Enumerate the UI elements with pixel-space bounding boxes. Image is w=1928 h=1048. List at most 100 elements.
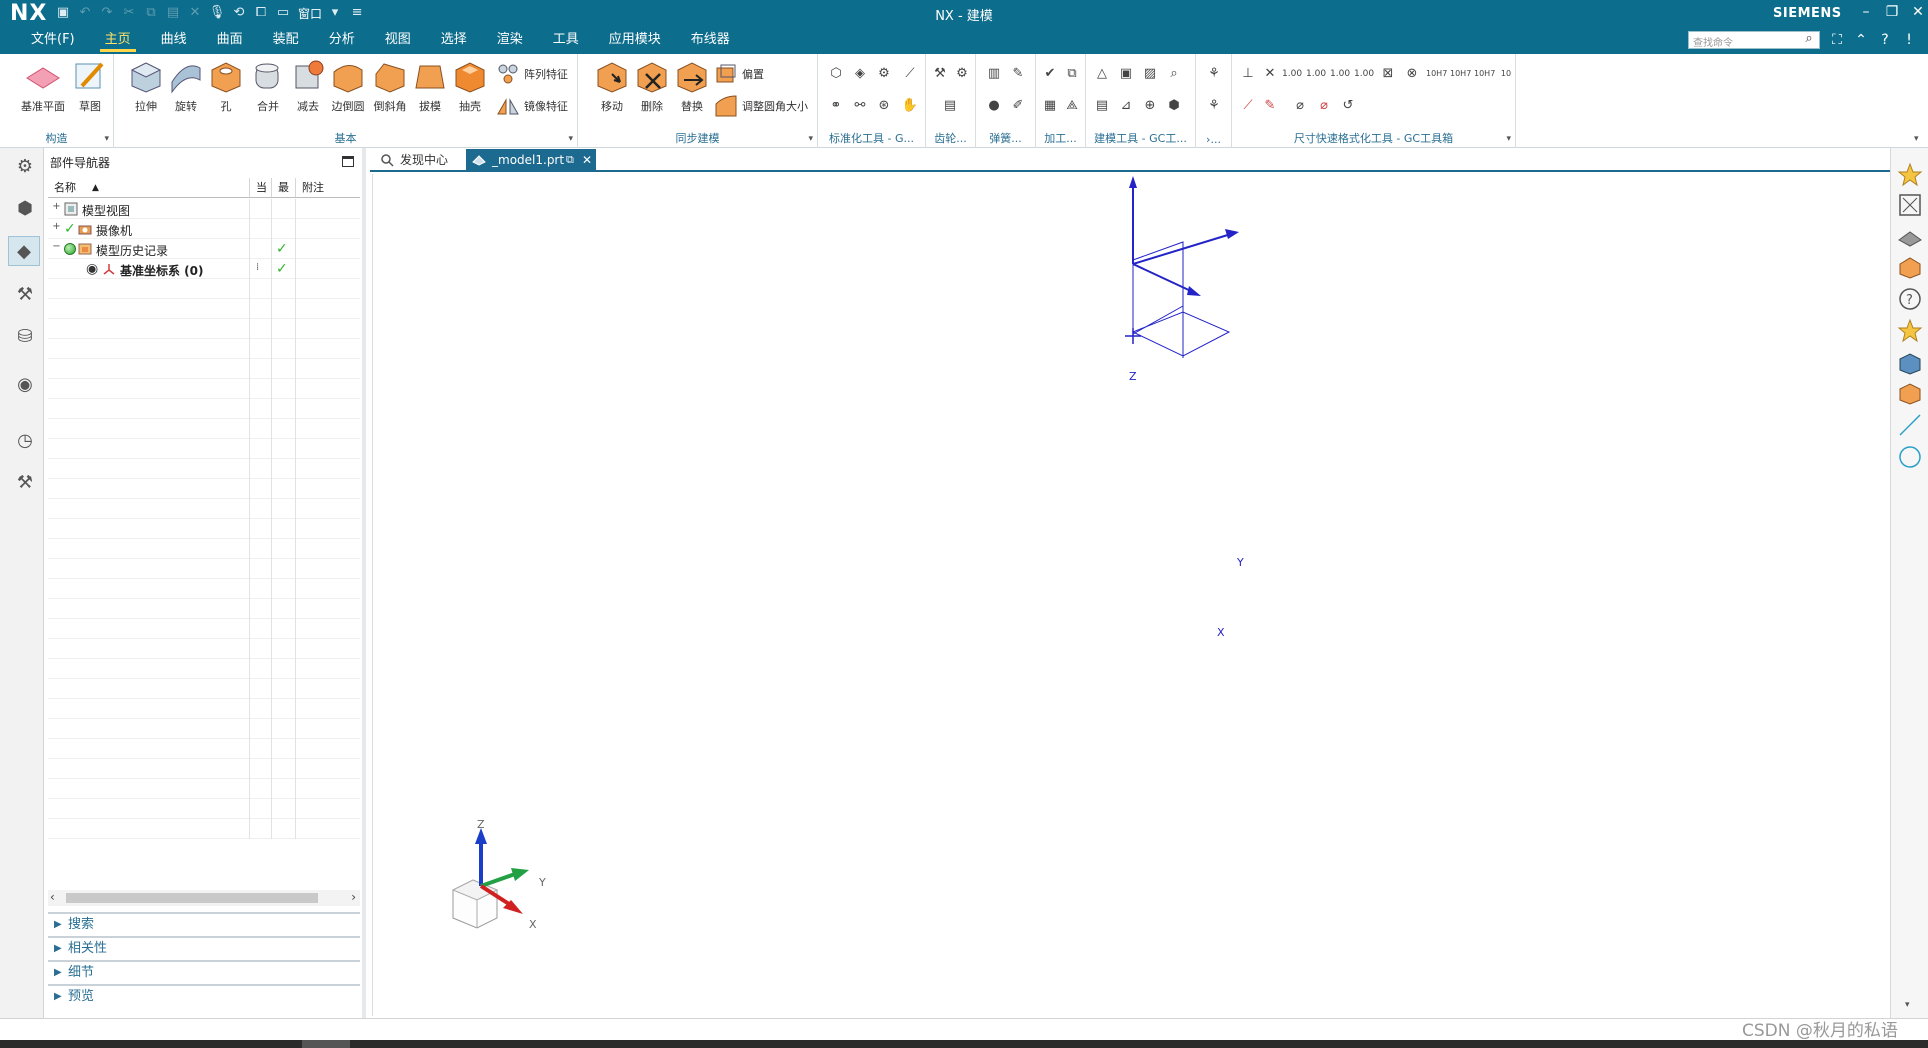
- assembly-navigator-icon[interactable]: ⬢: [10, 194, 40, 224]
- dim-format-4-icon[interactable]: 1.00: [1354, 64, 1374, 84]
- draft-button[interactable]: 拔模: [410, 58, 450, 118]
- search-icon[interactable]: ⌕: [1800, 30, 1818, 48]
- gear-tool2-icon[interactable]: ⚙: [952, 64, 972, 84]
- gear-table-icon[interactable]: ▤: [940, 96, 960, 116]
- section-search[interactable]: ▶ 搜索: [48, 912, 360, 934]
- column-name[interactable]: 名称 ▲: [48, 178, 250, 197]
- info-icon[interactable]: !: [1900, 30, 1918, 50]
- move-face-button[interactable]: 移动: [592, 58, 632, 118]
- scroll-right-icon[interactable]: ›: [351, 890, 356, 904]
- pin-tab-icon[interactable]: ⧉: [566, 149, 574, 171]
- column-note[interactable]: 附注: [296, 178, 360, 197]
- render-style-icon[interactable]: [1897, 380, 1923, 406]
- dim-format-2-icon[interactable]: 1.00: [1306, 64, 1326, 84]
- history-icon[interactable]: ◷: [10, 426, 40, 456]
- menu-assembly[interactable]: 装配: [258, 26, 314, 54]
- sketch-button[interactable]: 草图: [70, 58, 110, 118]
- gc-cube-icon[interactable]: ⬢: [1164, 96, 1184, 116]
- taskbar-active-item[interactable]: [302, 1040, 350, 1048]
- scroll-left-icon[interactable]: ‹: [50, 890, 55, 904]
- minimize-button[interactable]: –: [1858, 2, 1874, 22]
- more-tool2-icon[interactable]: ⚘: [1204, 96, 1224, 116]
- tree-row-model-views[interactable]: + 模型视图: [48, 199, 360, 219]
- dim-fit-2-icon[interactable]: 10H7: [1450, 64, 1471, 84]
- close-tab-icon[interactable]: ✕: [582, 149, 592, 171]
- menu-applications[interactable]: 应用模块: [594, 26, 676, 54]
- dim-fit-4-icon[interactable]: 10: [1496, 64, 1516, 84]
- dim-anchor-icon[interactable]: ⊥: [1238, 64, 1258, 84]
- std-layers-icon[interactable]: ◈: [850, 64, 870, 84]
- datum-csys[interactable]: [1125, 176, 1239, 358]
- more-tool-icon[interactable]: ⚘: [1204, 64, 1224, 84]
- gc-image-icon[interactable]: ▨: [1140, 64, 1160, 84]
- spring-brush-icon[interactable]: ✎: [1008, 64, 1028, 84]
- dim-red-pen-icon[interactable]: ✎: [1260, 96, 1280, 116]
- std-link-icon[interactable]: ⚭: [826, 96, 846, 116]
- help-icon[interactable]: ?: [1876, 30, 1894, 50]
- unite-button[interactable]: 合并: [248, 58, 288, 118]
- hole-button[interactable]: 孔: [206, 58, 246, 118]
- dim-diameter-icon[interactable]: ⌀: [1290, 96, 1310, 116]
- column-latest[interactable]: 最: [272, 178, 296, 197]
- gc-doc-icon[interactable]: ▣: [1116, 64, 1136, 84]
- horizontal-scrollbar[interactable]: ‹ ›: [48, 890, 360, 906]
- expand-toggle[interactable]: +: [52, 202, 61, 212]
- spring-pen-icon[interactable]: ✐: [1008, 96, 1028, 116]
- line-icon[interactable]: [1897, 412, 1923, 438]
- triangle-icon[interactable]: △: [1092, 64, 1112, 84]
- reuse-library-icon[interactable]: ⛁: [10, 322, 40, 352]
- maximize-icon[interactable]: [342, 156, 354, 167]
- visibility-eye-icon[interactable]: ◉: [86, 261, 98, 277]
- dim-diameter-red-icon[interactable]: ⌀: [1314, 96, 1334, 116]
- menu-select[interactable]: 选择: [426, 26, 482, 54]
- gear-tool-icon[interactable]: ⚒: [930, 64, 950, 84]
- part-navigator-icon[interactable]: ◆: [8, 236, 40, 266]
- machining-check-icon[interactable]: ✔: [1040, 64, 1060, 84]
- web-browser-icon[interactable]: ◉: [10, 370, 40, 400]
- collapse-toggle[interactable]: −: [52, 242, 61, 252]
- section-dependencies[interactable]: ▶ 相关性: [48, 936, 360, 958]
- scroll-thumb[interactable]: [66, 893, 318, 903]
- tree-row-datum-csys[interactable]: ◉ 基准坐标系 (0) ⁞ ✓: [48, 259, 360, 279]
- machining-axes-icon[interactable]: ⟁: [1062, 96, 1082, 116]
- menu-routing[interactable]: 布线器: [676, 26, 745, 54]
- restore-button[interactable]: ❐: [1884, 2, 1900, 22]
- tree-row-cameras[interactable]: + ✓ 摄像机: [48, 219, 360, 239]
- machining-doc-icon[interactable]: ▦: [1040, 96, 1060, 116]
- expand-toggle[interactable]: +: [52, 222, 61, 232]
- spring-icon[interactable]: ▥: [984, 64, 1004, 84]
- std-connect-icon[interactable]: ⚯: [850, 96, 870, 116]
- favorites-icon[interactable]: [1897, 162, 1923, 188]
- part-file-icon[interactable]: [1897, 254, 1923, 280]
- machining-copy-icon[interactable]: ⧉: [1062, 64, 1082, 84]
- gc-search-icon[interactable]: ⌕: [1164, 64, 1184, 84]
- settings-icon[interactable]: ⚙: [10, 152, 40, 182]
- std-gear-icon[interactable]: ⚙: [874, 64, 894, 84]
- fit-view-icon[interactable]: [1897, 192, 1923, 218]
- chevron-down-icon[interactable]: ▾: [1506, 134, 1511, 144]
- section-details[interactable]: ▶ 细节: [48, 960, 360, 982]
- std-hand-icon[interactable]: ✋: [900, 96, 920, 116]
- menu-tools[interactable]: 工具: [538, 26, 594, 54]
- menu-surface[interactable]: 曲面: [202, 26, 258, 54]
- circle-icon[interactable]: [1897, 444, 1923, 470]
- menu-home[interactable]: 主页: [90, 26, 146, 54]
- delete-face-button[interactable]: 删除: [632, 58, 672, 118]
- revolve-button[interactable]: 旋转: [166, 58, 206, 118]
- favorites-star-icon[interactable]: [1897, 318, 1923, 344]
- collapse-ribbon-icon[interactable]: ⌃: [1852, 30, 1870, 50]
- edge-blend-button[interactable]: 边倒圆: [328, 58, 368, 118]
- pattern-feature-button[interactable]: 阵列特征: [496, 62, 568, 86]
- dim-red-line-icon[interactable]: ⟋: [1238, 96, 1258, 116]
- chamfer-button[interactable]: 倒斜角: [370, 58, 410, 118]
- menu-file[interactable]: 文件(F): [16, 26, 90, 54]
- section-preview[interactable]: ▶ 预览: [48, 984, 360, 1006]
- graphics-window[interactable]: Z Y X Z Y X: [372, 174, 1890, 1016]
- datum-plane-button[interactable]: 基准平面: [20, 58, 66, 118]
- shaded-view-icon[interactable]: [1897, 224, 1923, 250]
- std-part-icon[interactable]: ⬡: [826, 64, 846, 84]
- process-studio-icon[interactable]: ⚒: [10, 468, 40, 498]
- mirror-feature-button[interactable]: 镜像特征: [496, 94, 568, 118]
- constraint-navigator-icon[interactable]: ⚒: [10, 280, 40, 310]
- gc-sheet-icon[interactable]: ▤: [1092, 96, 1112, 116]
